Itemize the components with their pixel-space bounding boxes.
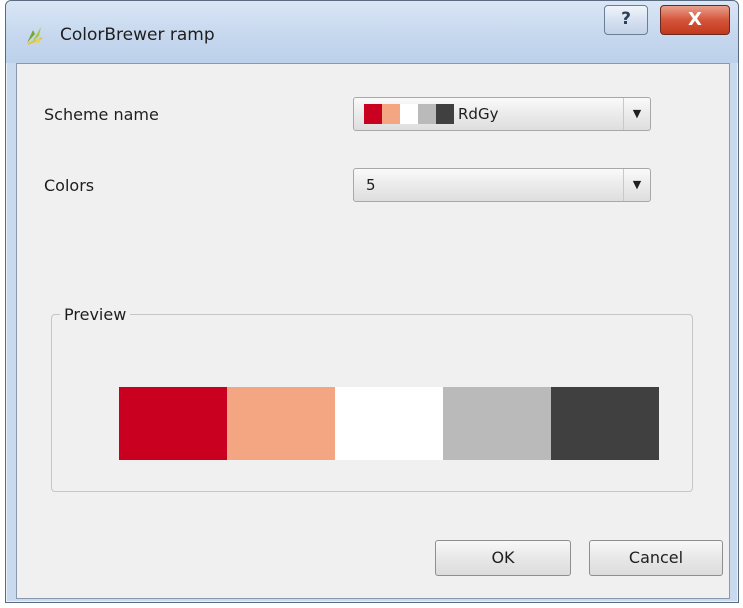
preview-title: Preview [60, 305, 131, 324]
window-title: ColorBrewer ramp [60, 25, 215, 45]
dialog-window: ColorBrewer ramp ? X Scheme name RdGy ▼ … [5, 0, 739, 603]
dialog-body: Scheme name RdGy ▼ Colors 5 ▼ Preview OK… [16, 63, 730, 599]
scheme-name-value: RdGy [458, 105, 499, 123]
preview-ramp [119, 387, 659, 460]
scheme-swatch [418, 104, 436, 124]
scheme-swatch [382, 104, 400, 124]
close-button[interactable]: X [660, 5, 730, 35]
scheme-name-combobox[interactable]: RdGy ▼ [353, 97, 651, 131]
title-bar[interactable]: ColorBrewer ramp ? X [6, 1, 738, 63]
cancel-button[interactable]: Cancel [589, 540, 723, 576]
chevron-down-icon[interactable]: ▼ [623, 98, 650, 130]
scheme-swatch [364, 104, 382, 124]
scheme-swatch [436, 104, 454, 124]
chevron-down-icon[interactable]: ▼ [623, 169, 650, 201]
colors-label: Colors [44, 176, 95, 195]
preview-color-swatch [227, 387, 335, 460]
ok-button[interactable]: OK [435, 540, 571, 576]
preview-groupbox: Preview [51, 305, 693, 492]
scheme-name-label: Scheme name [44, 105, 159, 124]
preview-color-swatch [335, 387, 443, 460]
scheme-swatches [364, 104, 454, 124]
preview-color-swatch [119, 387, 227, 460]
scheme-swatch [400, 104, 418, 124]
colors-value: 5 [366, 176, 376, 194]
help-button[interactable]: ? [604, 5, 648, 35]
preview-color-swatch [443, 387, 551, 460]
preview-color-swatch [551, 387, 659, 460]
colors-combobox[interactable]: 5 ▼ [353, 168, 651, 202]
qgis-icon [24, 24, 46, 46]
